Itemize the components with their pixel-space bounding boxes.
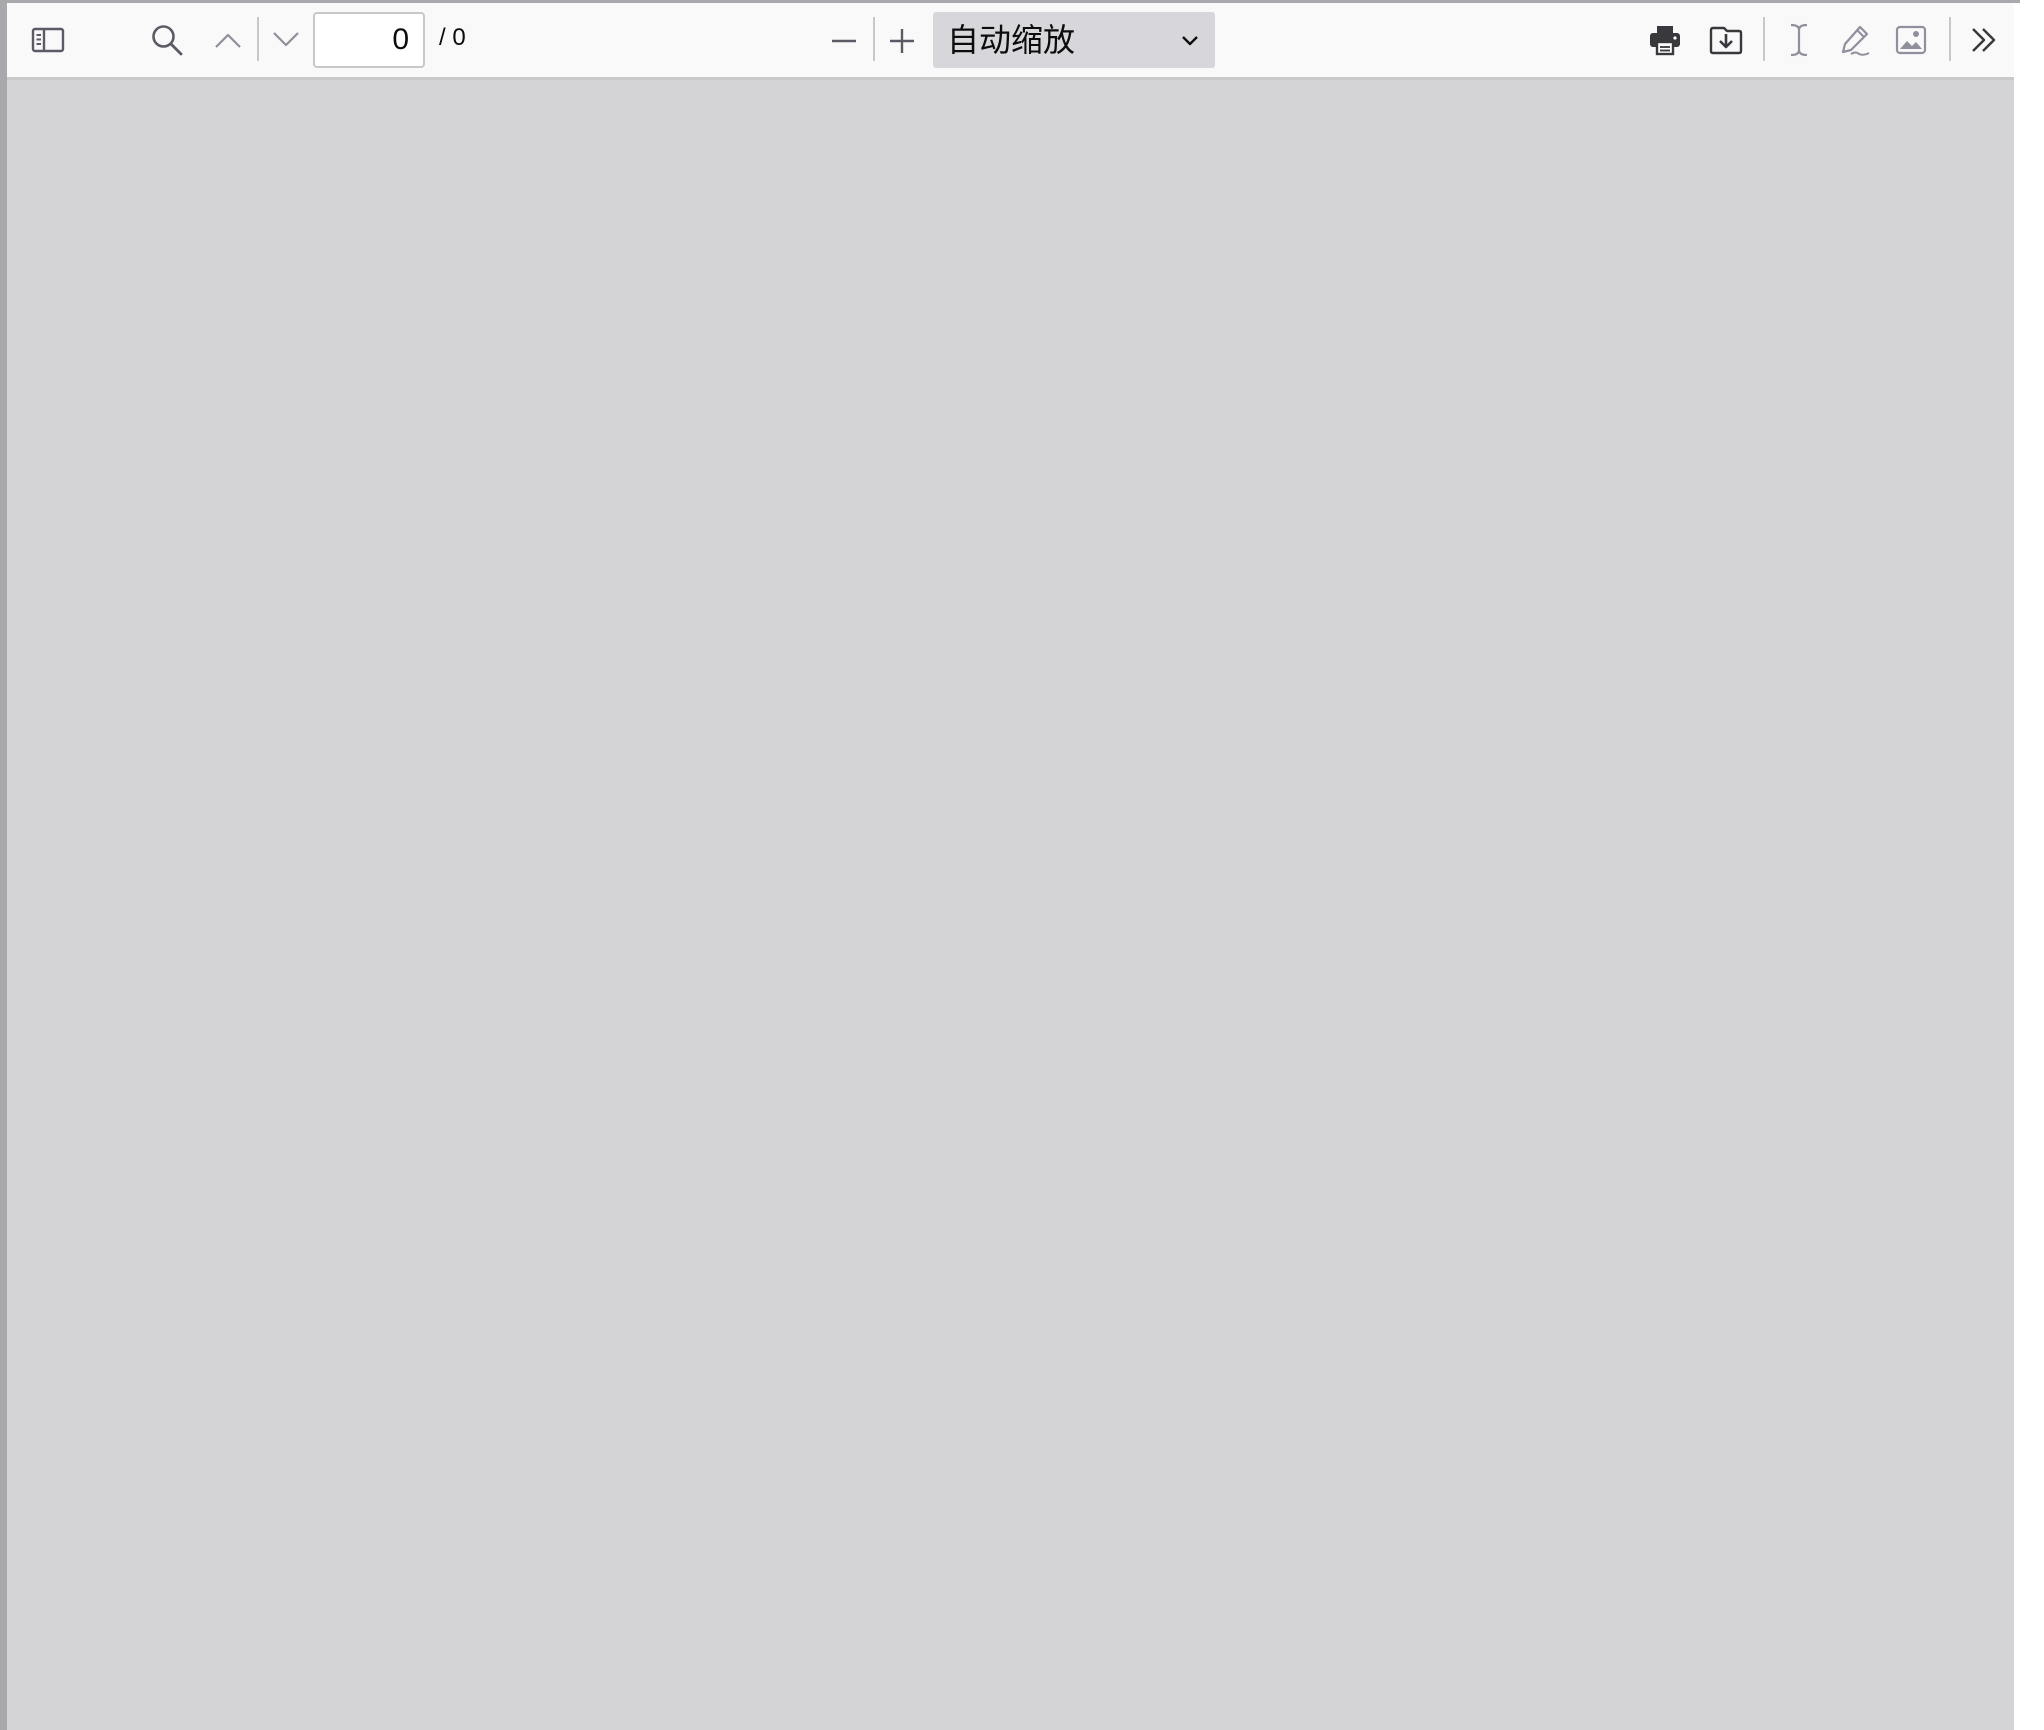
zoom-select[interactable]: 自动缩放 [933,12,1215,68]
pencil-icon [1841,25,1870,56]
chevron-up-icon [215,33,241,48]
page-count-label: / 0 [439,24,466,51]
print-button[interactable] [1640,15,1690,65]
toolbar-separator [1949,17,1951,61]
sidebar-toggle-icon [31,27,65,53]
draw-tool-button[interactable] [1830,15,1880,65]
sidebar-toggle-button[interactable] [23,15,73,65]
toolbar: / 0 自动缩放 [7,3,2014,80]
pdf-viewer-window: / 0 自动缩放 [0,0,2044,1730]
zoom-select-value: 自动缩放 [947,21,1076,59]
chevron-down-icon [1182,36,1198,46]
text-tool-button[interactable] [1774,15,1824,65]
download-button[interactable] [1701,15,1751,65]
minus-icon [832,39,856,43]
pdf-viewer: / 0 自动缩放 [0,3,2014,1730]
previous-page-button[interactable] [203,15,253,65]
toolbar-separator [1763,17,1765,61]
next-page-button[interactable] [261,15,311,65]
page-number-input[interactable] [313,12,425,68]
secondary-toolbar-toggle[interactable] [1959,15,2009,65]
chevron-down-icon [273,32,299,47]
toolbar-separator [873,17,875,61]
printer-icon [1650,26,1680,56]
find-button[interactable] [142,15,192,65]
image-icon [1895,25,1927,55]
search-icon [152,25,183,56]
double-chevron-right-icon [1972,28,1996,52]
toolbar-separator [257,17,259,61]
document-canvas[interactable] [7,80,2014,1730]
text-cursor-icon [1790,23,1808,57]
plus-icon [890,29,914,53]
download-icon [1709,26,1743,55]
image-tool-button[interactable] [1886,15,1936,65]
zoom-in-button[interactable] [877,15,927,65]
zoom-out-button[interactable] [819,15,869,65]
